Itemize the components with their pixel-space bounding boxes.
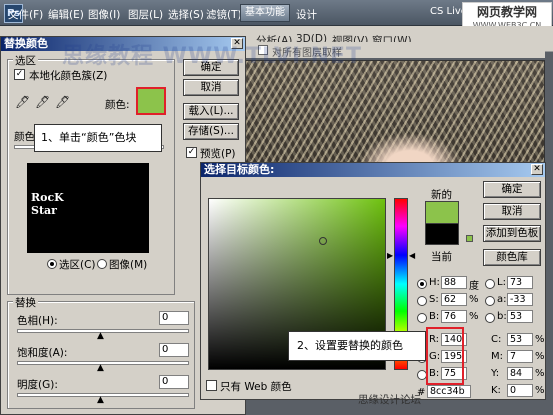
add-to-swatches-button[interactable]: 添加到色板 — [483, 225, 541, 242]
black-field[interactable]: 0 — [507, 384, 533, 397]
menu-layer[interactable]: 图层(L) — [128, 7, 163, 22]
lightness-slider-thumb[interactable]: ▲ — [97, 395, 104, 405]
cyan-unit: % — [535, 334, 545, 345]
radio-l[interactable] — [485, 279, 495, 289]
site-watermark-text: 思缘教程 WWW.TLVI.NET — [62, 44, 363, 69]
load-button[interactable]: 载入(L)... — [183, 103, 239, 120]
hex-field[interactable]: 8cc34b — [427, 385, 471, 398]
black-unit: % — [535, 385, 545, 396]
hue-slider-thumb[interactable]: ▲ — [97, 331, 104, 341]
menu-image[interactable]: 图像(I) — [88, 7, 120, 22]
radio-hue[interactable] — [417, 279, 427, 289]
preview-rock-text: RocK — [31, 191, 64, 204]
hue-arrow-left-icon[interactable]: ▶ — [387, 251, 393, 260]
localized-clusters-checkbox[interactable]: ✓ — [14, 69, 25, 80]
radio-selection-label: 选区(C) — [59, 259, 96, 271]
radio-image-label: 图像(M) — [109, 259, 148, 271]
selection-preview-image: RocK Star — [27, 163, 149, 253]
preview-label: 预览(P) — [200, 148, 236, 160]
color-libraries-button[interactable]: 颜色库 — [483, 249, 541, 266]
new-label: 新的 — [431, 189, 452, 201]
ok-button[interactable]: 确定 — [483, 181, 541, 198]
selection-group-label: 选区 — [13, 53, 38, 68]
new-color-swatch — [425, 201, 459, 223]
menu-filter[interactable]: 滤镜(T) — [206, 7, 242, 22]
hue-unit: 度 — [469, 281, 479, 292]
document-canvas[interactable] — [245, 60, 545, 172]
eyedropper-minus-icon[interactable]: 🖊 — [55, 95, 70, 109]
web-colors-only-checkbox[interactable] — [206, 380, 217, 391]
menu-select[interactable]: 选择(S) — [168, 7, 204, 22]
color-field-marker[interactable] — [319, 237, 327, 245]
hue-field[interactable]: 88 — [441, 276, 467, 289]
menu-edit[interactable]: 编辑(E) — [48, 7, 84, 22]
l-field[interactable]: 73 — [507, 276, 533, 289]
radio-image[interactable] — [97, 259, 107, 269]
save-button[interactable]: 存储(S)... — [183, 123, 239, 140]
forum-watermark: 思缘设计论坛 — [358, 394, 421, 406]
menu-file[interactable]: 文件(F) — [8, 7, 43, 22]
cancel-button[interactable]: 取消 — [483, 203, 541, 220]
current-label: 当前 — [431, 251, 452, 263]
current-color-swatch[interactable] — [425, 223, 459, 245]
cancel-button[interactable]: 取消 — [183, 79, 239, 96]
magenta-unit: % — [535, 351, 545, 362]
b-field[interactable]: 53 — [507, 310, 533, 323]
color-picker-title-bar: 选择目标颜色: ✕ — [201, 163, 545, 177]
radio-a[interactable] — [485, 296, 495, 306]
yellow-unit: % — [535, 368, 545, 379]
web-safe-swatch[interactable] — [466, 235, 473, 242]
web-colors-only-label: 只有 Web 颜色 — [220, 381, 292, 393]
saturation-unit: % — [469, 294, 479, 305]
saturation-slider-thumb[interactable]: ▲ — [97, 363, 104, 373]
replace-group-label: 替换 — [13, 295, 38, 310]
yellow-field[interactable]: 84 — [507, 367, 533, 380]
menu-design[interactable]: 设计 — [296, 7, 317, 22]
cyan-field[interactable]: 53 — [507, 333, 533, 346]
color-picker-title: 选择目标颜色: — [204, 163, 275, 176]
workspace-button[interactable]: 基本功能 — [240, 4, 290, 22]
color-label: 颜色: — [105, 99, 130, 111]
saturation-input[interactable]: 0 — [159, 343, 189, 357]
eyedropper-icon[interactable]: 🖊 — [15, 95, 30, 109]
radio-b[interactable] — [485, 313, 495, 323]
hue-arrow-right-icon[interactable]: ◀ — [409, 251, 415, 260]
replace-color-title: 替换颜色 — [4, 37, 48, 50]
color-swatch[interactable] — [136, 87, 166, 115]
site-logo-title: 网页教学网 — [476, 5, 537, 19]
brightness-unit: % — [469, 311, 479, 322]
localized-clusters-label: 本地化颜色簇(Z) — [29, 70, 108, 82]
hue-input[interactable]: 0 — [159, 311, 189, 325]
rgb-highlight-box — [426, 327, 464, 385]
close-icon[interactable]: ✕ — [531, 164, 543, 175]
brightness-field[interactable]: 76 — [441, 310, 467, 323]
lightness-label: 明度(G): — [17, 379, 58, 391]
eyedropper-plus-icon[interactable]: 🖊 — [35, 95, 50, 109]
a-field[interactable]: -33 — [507, 293, 533, 306]
lightness-input[interactable]: 0 — [159, 375, 189, 389]
radio-brightness[interactable] — [417, 313, 427, 323]
callout-step-2: 2、设置要替换的颜色 — [288, 331, 426, 361]
saturation-label: 饱和度(A): — [17, 347, 68, 359]
callout-step-1: 1、单击“颜色”色块 — [34, 124, 162, 152]
radio-selection[interactable] — [47, 259, 57, 269]
preview-checkbox[interactable]: ✓ — [186, 147, 197, 158]
magenta-field[interactable]: 7 — [507, 350, 533, 363]
hue-label: 色相(H): — [17, 315, 58, 327]
color-picker-dialog: 选择目标颜色: ✕ ▶ ◀ 新的 当前 确定 取消 添加到色板 颜色库 H: 8… — [200, 162, 546, 400]
saturation-field[interactable]: 62 — [441, 293, 467, 306]
radio-saturation[interactable] — [417, 296, 427, 306]
preview-star-text: Star — [31, 204, 57, 217]
